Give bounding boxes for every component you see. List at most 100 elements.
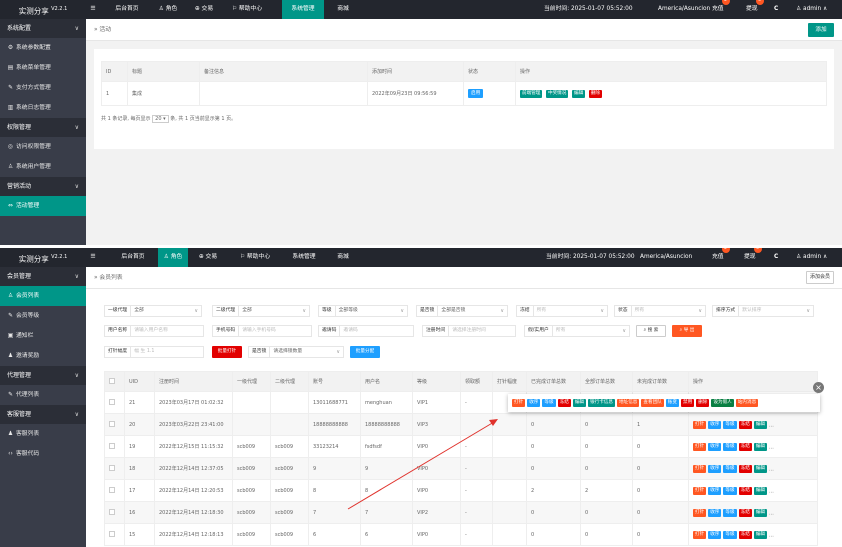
page-size-select[interactable]: 20 ▾ [152, 115, 169, 123]
add-button[interactable]: 添加 [808, 23, 834, 37]
recharge-link[interactable]: 充值 2 [712, 0, 730, 19]
admin-menu[interactable]: ♙ admin ∧ [796, 248, 827, 267]
chevron-down-icon: ∨ [74, 273, 79, 280]
refresh-icon[interactable]: C [774, 248, 778, 267]
cell-id: 1 [101, 81, 128, 106]
col-status: 状态 [463, 61, 516, 82]
recharge-badge: 2 [721, 248, 730, 253]
sidebar-group-agents[interactable]: 代理管理 ∨ [0, 366, 86, 385]
sidebar-group-permissions[interactable]: 权限管理 ∨ [0, 118, 86, 137]
current-time: 当前时间: 2025-01-07 05:52:00 [546, 254, 635, 260]
winning-button[interactable]: 中奖情况 [545, 89, 569, 98]
sidebar-item-payment[interactable]: ✎ 支付方式管理 [0, 78, 86, 98]
nav-home[interactable]: 后台首页 [112, 248, 154, 267]
top-bar: ☰ 后台首页 ♙ 角色 ⊕ 交易 ⚐ 帮助中心 系统管理 商城 当前时间: 20… [86, 248, 842, 267]
chevron-down-icon: ∨ [74, 183, 79, 190]
user-icon: ♙ [796, 6, 804, 12]
access-icon: ◎ [7, 144, 14, 150]
wrench-icon: ✎ [8, 85, 13, 91]
main-content: » 会员列表 添加会员 一级代理 全部 ∨ 二级代理 全部 ∨ 等级 全部等级 ∨ 是否锁全… [86, 267, 842, 547]
coins-icon: ⊕ [198, 254, 206, 260]
gear-icon: ⚙ [7, 45, 14, 51]
chevron-up-icon: ∧ [821, 6, 828, 12]
log-icon: ▥ [7, 105, 14, 111]
sidebar-item-member-list[interactable]: ♙ 会员列表 [0, 286, 86, 306]
sidebar-item-service-list[interactable]: ♟ 客服列表 [0, 424, 86, 444]
annotation-arrow [347, 419, 498, 510]
recharge-badge: 2 [721, 0, 730, 5]
hamburger-icon[interactable]: ☰ [86, 0, 100, 19]
nav-role[interactable]: ♙ 角色 [158, 248, 188, 267]
refresh-icon[interactable]: C [774, 0, 778, 19]
breadcrumb-bar: » 活动 添加 [86, 19, 842, 41]
sidebar-item-access[interactable]: ◎ 访问权限管理 [0, 137, 86, 157]
sidebar-item-activity[interactable]: ⇔ 活动管理 [0, 196, 86, 216]
top-bar: ☰ 后台首页 ♙ 角色 ⊕ 交易 ⚐ 帮助中心 系统管理 商城 当前时间: 20… [86, 0, 842, 19]
main-content: » 活动 添加 ID 标题 备注信息 添加时间 状态 操作 1 集成 2022年… [86, 19, 842, 245]
sidebar-group-marketing[interactable]: 营销活动 ∨ [0, 177, 86, 196]
sidebar-item-invite-reward[interactable]: ♟ 邀请奖励 [0, 346, 86, 366]
sidebar-group-members[interactable]: 会员管理 ∨ [0, 267, 86, 286]
nav-help[interactable]: ⚐ 帮助中心 [224, 0, 270, 19]
timezone: America/Asuncion [640, 254, 693, 260]
chevron-up-icon: ∧ [821, 254, 828, 260]
users-icon: ♟ [7, 431, 14, 437]
chevron-down-icon: ∨ [74, 411, 79, 418]
sidebar-item-service-code[interactable]: ‹› 客服代码 [0, 444, 86, 464]
user-icon: ♙ [163, 254, 171, 260]
timezone: America/Asuncion [658, 6, 711, 12]
sidebar-item-agent-list[interactable]: ✎ 代理列表 [0, 385, 86, 405]
brand-logo[interactable]: 实测分享 V2.2.1 [0, 248, 86, 267]
activity-table: ID 标题 备注信息 添加时间 状态 操作 1 集成 2022年09月23日 0… [101, 61, 827, 106]
nav-trade[interactable]: ⊕ 交易 [192, 248, 224, 267]
chevron-down-icon: ∨ [74, 25, 79, 32]
users-icon: ♟ [7, 353, 14, 359]
sidebar-group-service[interactable]: 客服管理 ∨ [0, 405, 86, 424]
nav-mall[interactable]: 商城 [328, 248, 358, 267]
user-icon: ♙ [7, 164, 14, 170]
sidebar-item-sys-users[interactable]: ♙ 系统用户管理 [0, 157, 86, 177]
sidebar: 实测分享 V2.2.1 会员管理 ∨ ♙ 会员列表 ✎ 会员等级 ▣ 通知栏 ♟ 邀请奖励… [0, 248, 86, 547]
delete-button[interactable]: 删除 [588, 89, 602, 98]
flag-icon: ⚐ [231, 6, 239, 12]
sidebar-item-system-menu[interactable]: ▤ 系统菜单管理 [0, 58, 86, 78]
sidebar-item-member-level[interactable]: ✎ 会员等级 [0, 306, 86, 326]
brand-logo[interactable]: 实测分享 V2.2.1 [0, 0, 86, 19]
nav-system[interactable]: 系统管理 [282, 0, 324, 19]
nav-role[interactable]: ♙ 角色 [152, 0, 184, 19]
current-time: 当前时间: 2025-01-07 05:52:00 [544, 6, 633, 12]
edit-button[interactable]: 编辑 [571, 89, 586, 98]
chevron-down-icon: ∨ [74, 372, 79, 379]
pager: 共 1 条记录, 每页显示 20 ▾ 条, 共 1 页当前显示第 1 页。 [101, 115, 237, 123]
sidebar-item-system-log[interactable]: ▥ 系统日志管理 [0, 98, 86, 118]
chevron-down-icon: ∨ [74, 124, 79, 131]
sidebar-group-system-config[interactable]: 系统配置 ∨ [0, 19, 86, 38]
withdraw-link[interactable]: 提现 0 [744, 248, 762, 267]
cell-title: 集成 [127, 81, 200, 106]
nav-mall[interactable]: 商城 [328, 0, 358, 19]
nav-system[interactable]: 系统管理 [286, 248, 322, 267]
cell-remark [199, 81, 368, 106]
nav-home[interactable]: 后台首页 [106, 0, 148, 19]
cell-time: 2022年09月23日 09:56:59 [367, 81, 464, 106]
sidebar-item-system-params[interactable]: ⚙ 系统参数配置 [0, 38, 86, 58]
nav-help[interactable]: ⚐ 帮助中心 [230, 248, 280, 267]
status-badge[interactable]: 启用 [468, 89, 484, 98]
cell-ops: 前端管理 中奖情况 编辑 删除 [515, 81, 827, 106]
chevron-down-icon: ▾ [163, 116, 166, 122]
withdraw-badge: 0 [755, 0, 764, 5]
breadcrumb: » 活动 [94, 27, 111, 33]
admin-menu[interactable]: ♙ admin ∧ [796, 0, 827, 19]
link-icon: ⇔ [8, 203, 13, 209]
withdraw-badge: 0 [753, 248, 762, 253]
withdraw-link[interactable]: 提现 0 [746, 0, 764, 19]
menu-icon: ▤ [7, 65, 14, 71]
frontend-manage-button[interactable]: 前端管理 [520, 89, 543, 98]
wrench-icon: ✎ [8, 392, 13, 398]
flag-icon: ⚐ [239, 254, 247, 260]
recharge-link[interactable]: 充值 2 [712, 248, 730, 267]
hamburger-icon[interactable]: ☰ [86, 248, 100, 267]
nav-trade[interactable]: ⊕ 交易 [188, 0, 220, 19]
sidebar-item-notice[interactable]: ▣ 通知栏 [0, 326, 86, 346]
table-row: 1 集成 2022年09月23日 09:56:59 启用 前端管理 中奖情况 编… [101, 81, 827, 106]
